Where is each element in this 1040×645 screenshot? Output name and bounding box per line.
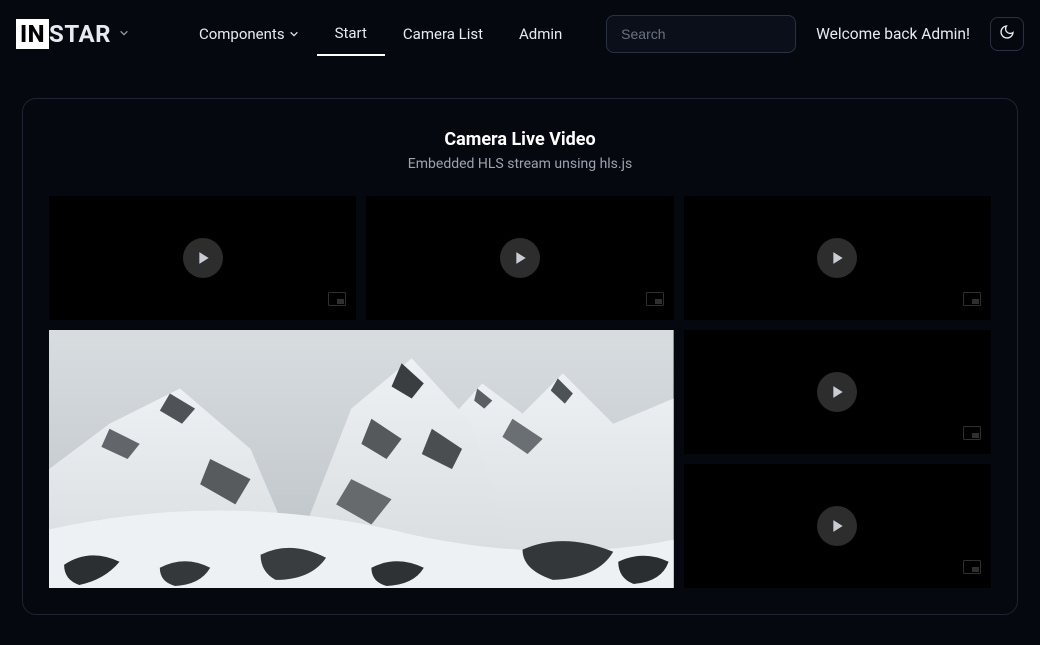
nav-start[interactable]: Start [317,12,385,56]
moon-icon [999,24,1015,44]
card-title: Camera Live Video [49,129,991,150]
welcome-text: Welcome back Admin! [816,25,970,43]
theme-toggle-button[interactable] [990,17,1024,51]
video-tile[interactable] [49,196,356,320]
play-icon [831,251,845,265]
logo-dropdown[interactable]: INSTAR [16,19,129,49]
play-icon [831,519,845,533]
pip-icon [963,291,981,310]
nav-components[interactable]: Components [181,12,317,56]
nav-admin[interactable]: Admin [501,12,580,56]
video-tile[interactable] [684,196,991,320]
video-tile[interactable] [684,330,991,454]
play-icon [514,251,528,265]
header: INSTAR Components Start Camera List Admi… [0,0,1040,68]
chevron-down-icon [289,25,299,43]
logo-suffix: STAR [49,20,111,48]
video-tile[interactable] [366,196,673,320]
video-tile-featured[interactable] [49,330,674,588]
play-icon [197,251,211,265]
nav-label: Start [335,24,367,42]
pip-icon [963,559,981,578]
play-button[interactable] [817,372,857,412]
nav-label: Components [199,25,285,43]
play-button[interactable] [817,238,857,278]
logo-prefix: IN [16,19,49,49]
nav-label: Admin [519,25,562,43]
pip-icon [328,291,346,310]
play-button[interactable] [817,506,857,546]
card-subtitle: Embedded HLS stream unsing hls.js [49,156,991,172]
pip-icon [646,291,664,310]
logo: INSTAR [16,19,111,49]
play-icon [831,385,845,399]
nav-label: Camera List [403,25,483,43]
play-button[interactable] [183,238,223,278]
chevron-down-icon [119,27,129,41]
live-video-card: Camera Live Video Embedded HLS stream un… [22,98,1018,615]
mountain-preview [49,330,674,588]
nav: Components Start Camera List Admin [181,12,580,56]
nav-camera-list[interactable]: Camera List [385,12,501,56]
search-input[interactable] [606,15,796,53]
pip-icon [963,425,981,444]
play-button[interactable] [500,238,540,278]
video-grid [49,196,991,588]
video-tile[interactable] [684,464,991,588]
